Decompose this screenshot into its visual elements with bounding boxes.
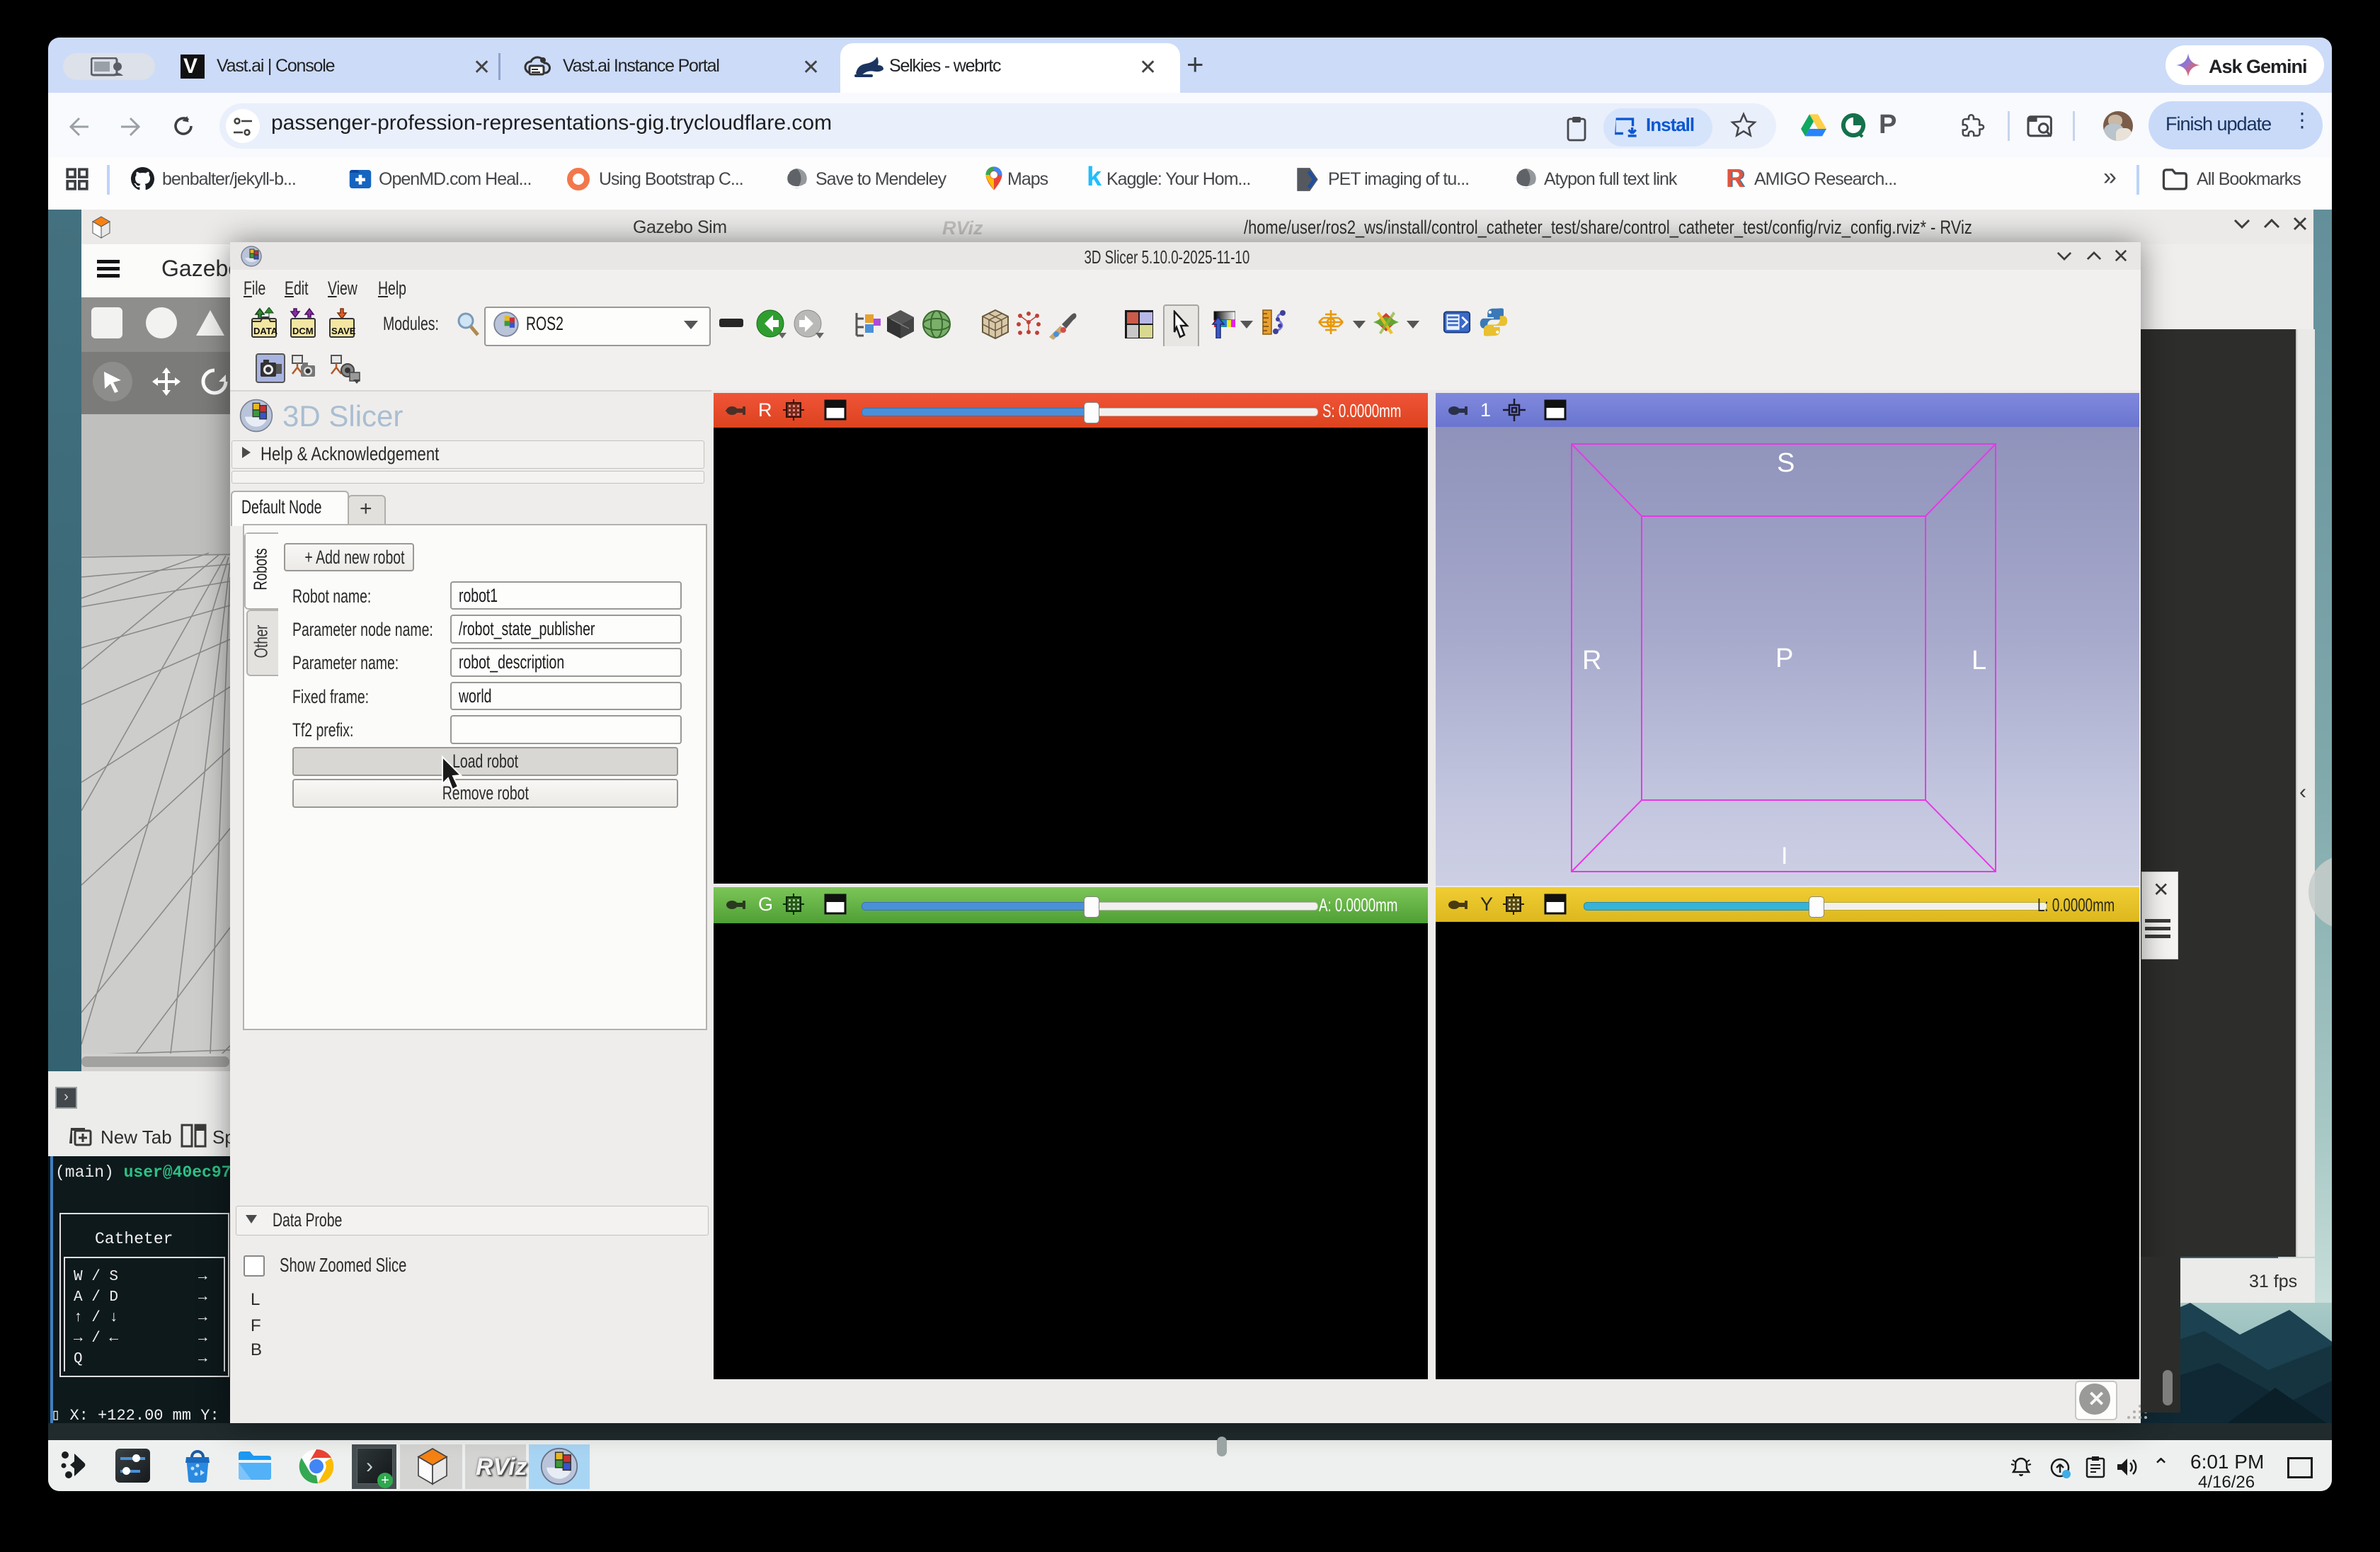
svg-text:DCM: DCM	[292, 326, 314, 336]
svg-text:DATA: DATA	[253, 326, 278, 336]
svg-text:R: R	[1582, 646, 1601, 675]
svg-text:SAVE: SAVE	[331, 326, 355, 336]
svg-text:S: S	[1777, 448, 1795, 478]
svg-text:I: I	[1781, 843, 1787, 869]
svg-text:P: P	[1775, 644, 1793, 673]
svg-text:L: L	[1972, 646, 1986, 675]
